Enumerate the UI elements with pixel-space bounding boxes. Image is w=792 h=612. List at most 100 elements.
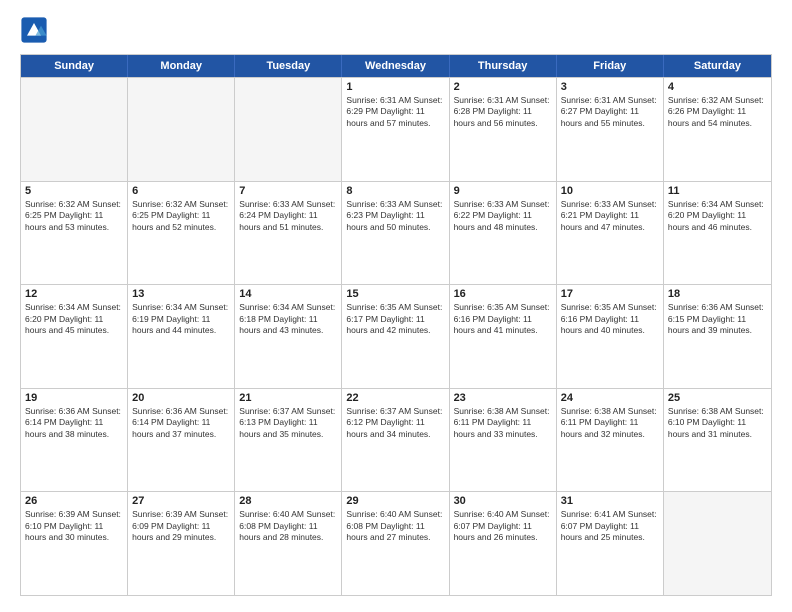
day-number: 23: [454, 392, 552, 404]
day-info: Sunrise: 6:33 AM Sunset: 6:24 PM Dayligh…: [239, 199, 337, 233]
day-cell-25: 25 Sunrise: 6:38 AM Sunset: 6:10 PM Dayli…: [664, 389, 771, 492]
logo-icon: [20, 16, 48, 44]
day-info: Sunrise: 6:38 AM Sunset: 6:11 PM Dayligh…: [561, 406, 659, 440]
day-info: Sunrise: 6:40 AM Sunset: 6:08 PM Dayligh…: [239, 509, 337, 543]
day-info: Sunrise: 6:33 AM Sunset: 6:23 PM Dayligh…: [346, 199, 444, 233]
day-info: Sunrise: 6:36 AM Sunset: 6:15 PM Dayligh…: [668, 302, 767, 336]
day-cell-31: 31Sunrise: 6:41 AM Sunset: 6:07 PM Dayli…: [557, 492, 664, 595]
day-number: 12: [25, 288, 123, 300]
day-cell-2: 2 Sunrise: 6:31 AM Sunset: 6:28 PM Daylig…: [450, 78, 557, 181]
day-info: Sunrise: 6:32 AM Sunset: 6:26 PM Dayligh…: [668, 95, 767, 129]
day-cell-3: 3 Sunrise: 6:31 AM Sunset: 6:27 PM Daylig…: [557, 78, 664, 181]
weekday-header-monday: Monday: [128, 55, 235, 77]
day-number: 15: [346, 288, 444, 300]
day-number: 24: [561, 392, 659, 404]
day-info: Sunrise: 6:35 AM Sunset: 6:16 PM Dayligh…: [561, 302, 659, 336]
day-cell-6: 6Sunrise: 6:32 AM Sunset: 6:25 PM Daylig…: [128, 182, 235, 285]
day-number: 9: [454, 185, 552, 197]
day-info: Sunrise: 6:34 AM Sunset: 6:18 PM Dayligh…: [239, 302, 337, 336]
day-info: Sunrise: 6:39 AM Sunset: 6:09 PM Dayligh…: [132, 509, 230, 543]
day-cell-27: 27 Sunrise: 6:39 AM Sunset: 6:09 PM Dayli…: [128, 492, 235, 595]
day-info: Sunrise: 6:34 AM Sunset: 6:20 PM Dayligh…: [25, 302, 123, 336]
day-number: 19: [25, 392, 123, 404]
day-cell-20: 20 Sunrise: 6:36 AM Sunset: 6:14 PM Dayli…: [128, 389, 235, 492]
day-cell-empty: [21, 78, 128, 181]
day-number: 3: [561, 81, 659, 93]
day-number: 13: [132, 288, 230, 300]
day-info: Sunrise: 6:35 AM Sunset: 6:17 PM Dayligh…: [346, 302, 444, 336]
day-info: Sunrise: 6:38 AM Sunset: 6:11 PM Dayligh…: [454, 406, 552, 440]
day-cell-29: 29 Sunrise: 6:40 AM Sunset: 6:08 PM Dayli…: [342, 492, 449, 595]
day-info: Sunrise: 6:33 AM Sunset: 6:21 PM Dayligh…: [561, 199, 659, 233]
day-number: 22: [346, 392, 444, 404]
day-info: Sunrise: 6:39 AM Sunset: 6:10 PM Dayligh…: [25, 509, 123, 543]
day-cell-15: 15 Sunrise: 6:35 AM Sunset: 6:17 PM Dayli…: [342, 285, 449, 388]
day-number: 16: [454, 288, 552, 300]
day-info: Sunrise: 6:40 AM Sunset: 6:08 PM Dayligh…: [346, 509, 444, 543]
day-cell-empty: [664, 492, 771, 595]
day-cell-5: 5 Sunrise: 6:32 AM Sunset: 6:25 PM Daylig…: [21, 182, 128, 285]
day-info: Sunrise: 6:33 AM Sunset: 6:22 PM Dayligh…: [454, 199, 552, 233]
weekday-header-thursday: Thursday: [450, 55, 557, 77]
day-cell-30: 30 Sunrise: 6:40 AM Sunset: 6:07 PM Dayli…: [450, 492, 557, 595]
day-cell-4: 4 Sunrise: 6:32 AM Sunset: 6:26 PM Daylig…: [664, 78, 771, 181]
day-cell-14: 14 Sunrise: 6:34 AM Sunset: 6:18 PM Dayli…: [235, 285, 342, 388]
page: SundayMondayTuesdayWednesdayThursdayFrid…: [0, 0, 792, 612]
calendar-row-2: 12 Sunrise: 6:34 AM Sunset: 6:20 PM Dayli…: [21, 284, 771, 388]
day-info: Sunrise: 6:31 AM Sunset: 6:29 PM Dayligh…: [346, 95, 444, 129]
day-info: Sunrise: 6:35 AM Sunset: 6:16 PM Dayligh…: [454, 302, 552, 336]
day-info: Sunrise: 6:40 AM Sunset: 6:07 PM Dayligh…: [454, 509, 552, 543]
day-info: Sunrise: 6:31 AM Sunset: 6:27 PM Dayligh…: [561, 95, 659, 129]
day-number: 2: [454, 81, 552, 93]
day-cell-13: 13 Sunrise: 6:34 AM Sunset: 6:19 PM Dayli…: [128, 285, 235, 388]
day-cell-22: 22 Sunrise: 6:37 AM Sunset: 6:12 PM Dayli…: [342, 389, 449, 492]
calendar-row-0: 1 Sunrise: 6:31 AM Sunset: 6:29 PM Daylig…: [21, 77, 771, 181]
day-number: 21: [239, 392, 337, 404]
day-cell-28: 28 Sunrise: 6:40 AM Sunset: 6:08 PM Dayli…: [235, 492, 342, 595]
day-cell-18: 18Sunrise: 6:36 AM Sunset: 6:15 PM Dayli…: [664, 285, 771, 388]
day-info: Sunrise: 6:36 AM Sunset: 6:14 PM Dayligh…: [132, 406, 230, 440]
day-info: Sunrise: 6:31 AM Sunset: 6:28 PM Dayligh…: [454, 95, 552, 129]
day-cell-11: 11 Sunrise: 6:34 AM Sunset: 6:20 PM Dayli…: [664, 182, 771, 285]
calendar-row-3: 19 Sunrise: 6:36 AM Sunset: 6:14 PM Dayli…: [21, 388, 771, 492]
day-cell-21: 21Sunrise: 6:37 AM Sunset: 6:13 PM Dayli…: [235, 389, 342, 492]
day-info: Sunrise: 6:32 AM Sunset: 6:25 PM Dayligh…: [25, 199, 123, 233]
day-info: Sunrise: 6:41 AM Sunset: 6:07 PM Dayligh…: [561, 509, 659, 543]
day-number: 25: [668, 392, 767, 404]
day-info: Sunrise: 6:34 AM Sunset: 6:20 PM Dayligh…: [668, 199, 767, 233]
day-number: 20: [132, 392, 230, 404]
day-info: Sunrise: 6:32 AM Sunset: 6:25 PM Dayligh…: [132, 199, 230, 233]
day-info: Sunrise: 6:34 AM Sunset: 6:19 PM Dayligh…: [132, 302, 230, 336]
day-info: Sunrise: 6:38 AM Sunset: 6:10 PM Dayligh…: [668, 406, 767, 440]
weekday-header-sunday: Sunday: [21, 55, 128, 77]
calendar-body: 1 Sunrise: 6:31 AM Sunset: 6:29 PM Daylig…: [21, 77, 771, 595]
day-number: 11: [668, 185, 767, 197]
day-info: Sunrise: 6:37 AM Sunset: 6:12 PM Dayligh…: [346, 406, 444, 440]
weekday-header-friday: Friday: [557, 55, 664, 77]
day-number: 28: [239, 495, 337, 507]
day-number: 4: [668, 81, 767, 93]
day-cell-9: 9 Sunrise: 6:33 AM Sunset: 6:22 PM Daylig…: [450, 182, 557, 285]
day-number: 5: [25, 185, 123, 197]
day-number: 29: [346, 495, 444, 507]
day-cell-26: 26Sunrise: 6:39 AM Sunset: 6:10 PM Dayli…: [21, 492, 128, 595]
day-cell-12: 12 Sunrise: 6:34 AM Sunset: 6:20 PM Dayli…: [21, 285, 128, 388]
weekday-header-wednesday: Wednesday: [342, 55, 449, 77]
day-number: 10: [561, 185, 659, 197]
day-number: 27: [132, 495, 230, 507]
day-cell-19: 19Sunrise: 6:36 AM Sunset: 6:14 PM Dayli…: [21, 389, 128, 492]
calendar: SundayMondayTuesdayWednesdayThursdayFrid…: [20, 54, 772, 596]
day-number: 1: [346, 81, 444, 93]
calendar-row-4: 26Sunrise: 6:39 AM Sunset: 6:10 PM Dayli…: [21, 491, 771, 595]
weekday-header-saturday: Saturday: [664, 55, 771, 77]
day-cell-empty: [128, 78, 235, 181]
day-number: 30: [454, 495, 552, 507]
day-number: 7: [239, 185, 337, 197]
day-number: 14: [239, 288, 337, 300]
day-cell-24: 24 Sunrise: 6:38 AM Sunset: 6:11 PM Dayli…: [557, 389, 664, 492]
weekday-header-tuesday: Tuesday: [235, 55, 342, 77]
calendar-header: SundayMondayTuesdayWednesdayThursdayFrid…: [21, 55, 771, 77]
day-cell-10: 10 Sunrise: 6:33 AM Sunset: 6:21 PM Dayli…: [557, 182, 664, 285]
day-cell-17: 17Sunrise: 6:35 AM Sunset: 6:16 PM Dayli…: [557, 285, 664, 388]
header: [20, 16, 772, 44]
